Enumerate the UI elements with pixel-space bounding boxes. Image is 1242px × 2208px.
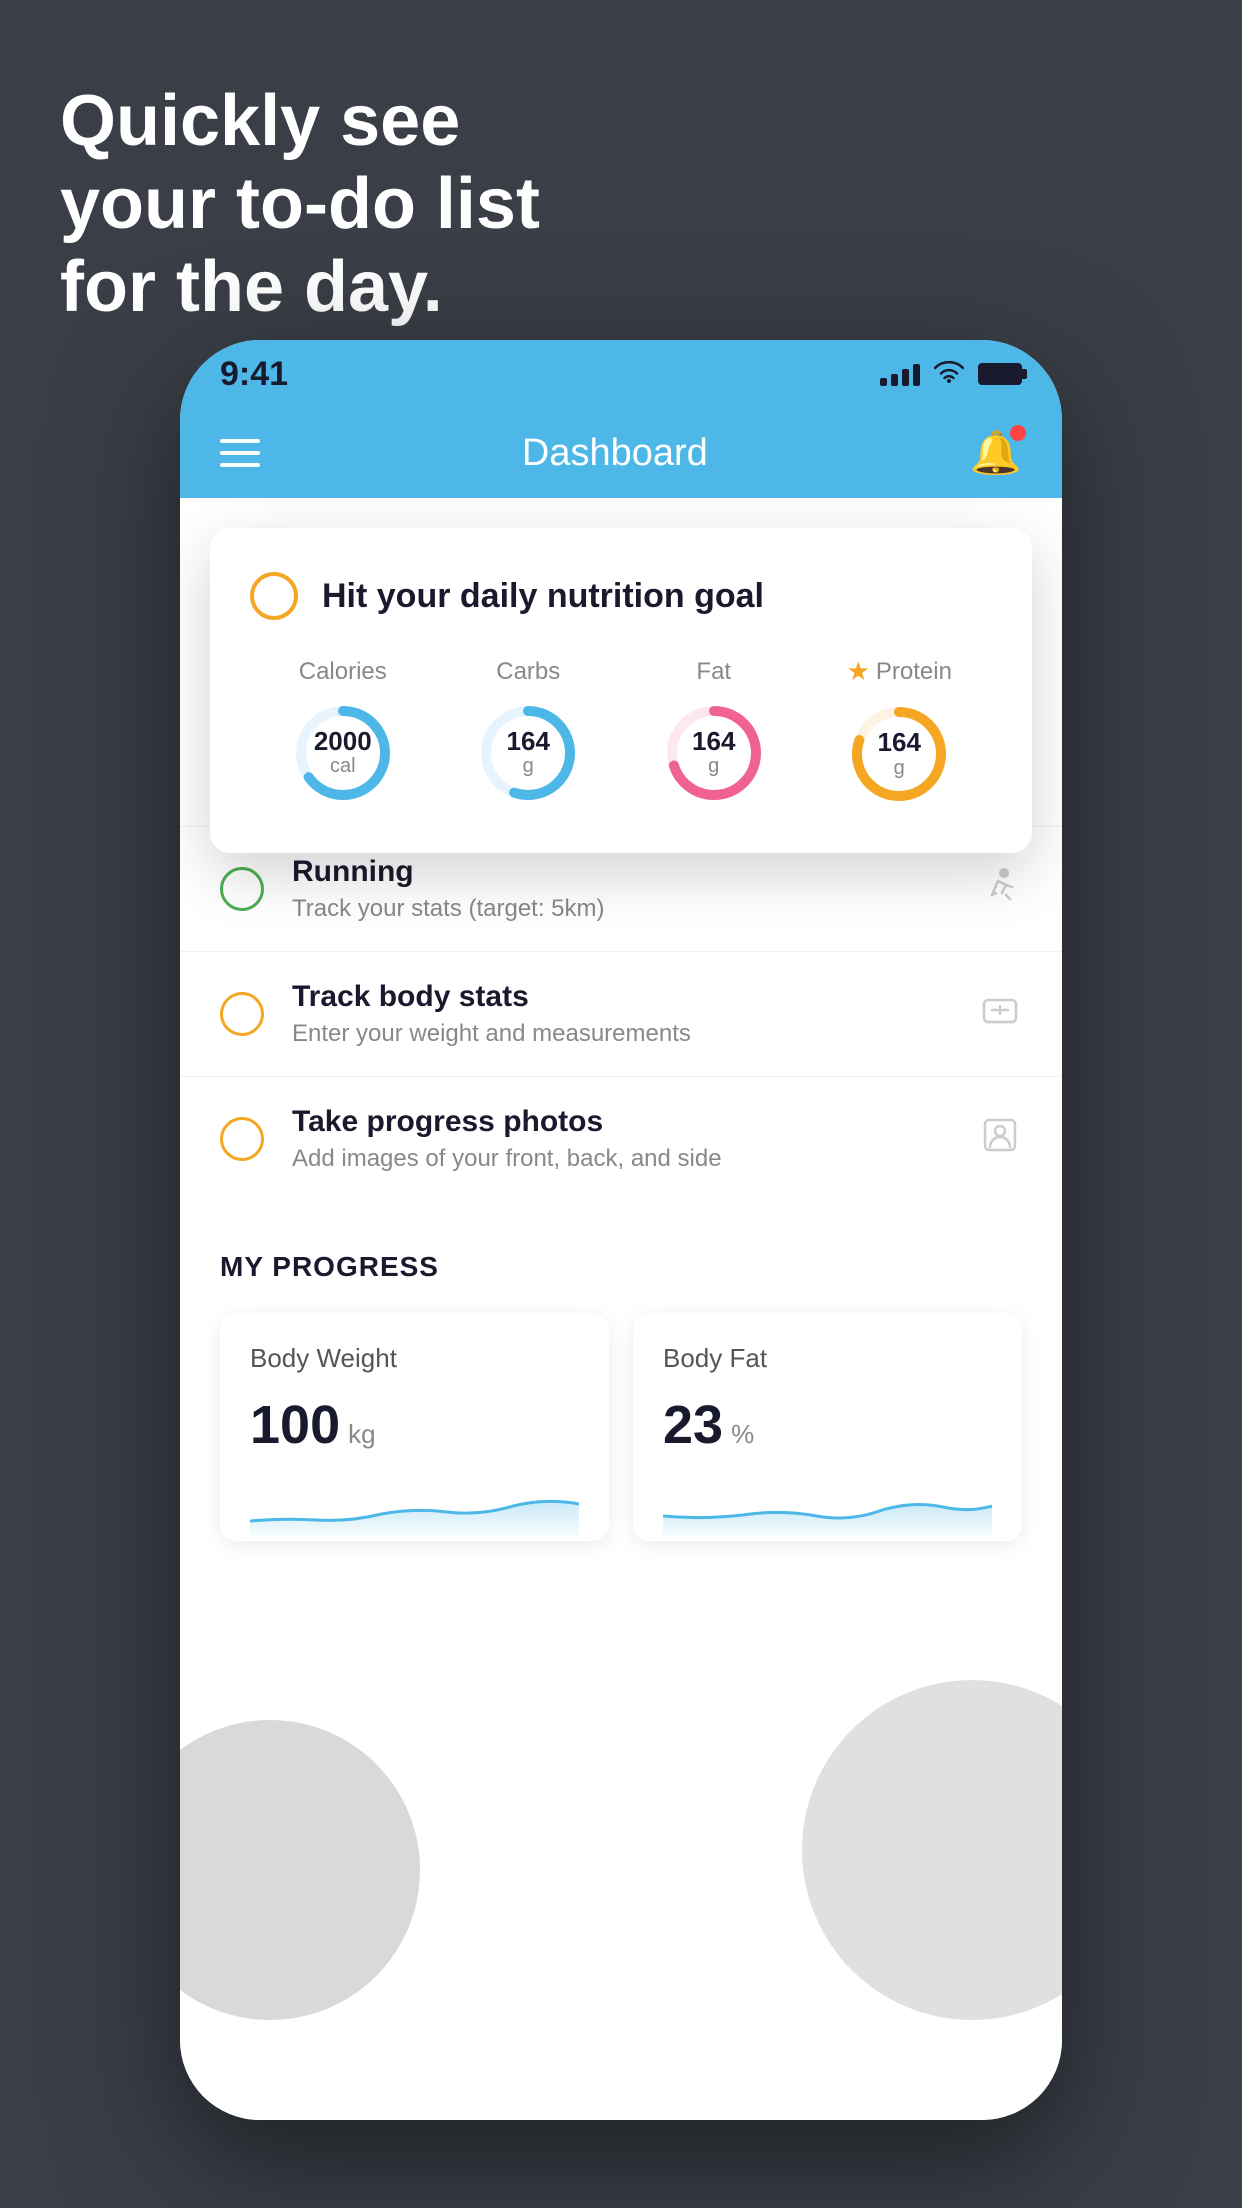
notification-dot bbox=[1010, 425, 1026, 441]
body-stats-text: Track body stats Enter your weight and m… bbox=[292, 980, 950, 1048]
carbs-unit: g bbox=[523, 755, 534, 777]
body-weight-value-row: 100 kg bbox=[250, 1394, 579, 1456]
macro-fat: Fat 164 g bbox=[659, 658, 769, 808]
carbs-label: Carbs bbox=[496, 658, 560, 686]
fat-donut: 164 g bbox=[659, 698, 769, 808]
todo-item-body-stats[interactable]: Track body stats Enter your weight and m… bbox=[180, 951, 1062, 1076]
app-header: Dashboard 🔔 bbox=[180, 408, 1062, 498]
menu-button[interactable] bbox=[220, 439, 260, 467]
body-fat-value-row: 23 % bbox=[663, 1394, 992, 1456]
nutrition-card-title: Hit your daily nutrition goal bbox=[322, 577, 764, 616]
card-title-row: Hit your daily nutrition goal bbox=[250, 572, 992, 620]
macros-row: Calories 2000 cal Carbs bbox=[250, 656, 992, 809]
fat-label: Fat bbox=[696, 658, 731, 686]
body-stats-checkbox[interactable] bbox=[220, 992, 264, 1036]
signal-bars-icon bbox=[880, 362, 920, 386]
bg-decor-left bbox=[180, 1720, 420, 2020]
body-fat-card: Body Fat 23 % bbox=[633, 1313, 1022, 1541]
progress-title: MY PROGRESS bbox=[220, 1251, 1022, 1283]
protein-value-center: 164 g bbox=[878, 728, 921, 780]
running-text: Running Track your stats (target: 5km) bbox=[292, 855, 950, 923]
photos-title: Take progress photos bbox=[292, 1105, 950, 1139]
photos-text: Take progress photos Add images of your … bbox=[292, 1105, 950, 1173]
calories-value-center: 2000 cal bbox=[314, 727, 372, 779]
bg-decor-right bbox=[802, 1680, 1062, 2020]
calories-value: 2000 bbox=[314, 727, 372, 756]
notification-button[interactable]: 🔔 bbox=[970, 429, 1022, 478]
running-subtitle: Track your stats (target: 5km) bbox=[292, 895, 950, 923]
calories-donut: 2000 cal bbox=[288, 698, 398, 808]
carbs-value: 164 bbox=[507, 727, 550, 756]
wifi-icon bbox=[934, 359, 964, 390]
protein-label: ★ Protein bbox=[847, 656, 952, 687]
photos-checkbox[interactable] bbox=[220, 1117, 264, 1161]
status-icons bbox=[880, 359, 1022, 390]
body-fat-card-title: Body Fat bbox=[663, 1343, 992, 1374]
headline: Quickly see your to-do list for the day. bbox=[60, 80, 540, 328]
macro-protein: ★ Protein 164 g bbox=[844, 656, 954, 809]
nutrition-card: Hit your daily nutrition goal Calories 2… bbox=[210, 528, 1032, 853]
carbs-value-center: 164 g bbox=[507, 727, 550, 779]
protein-value: 164 bbox=[878, 728, 921, 757]
running-checkbox[interactable] bbox=[220, 867, 264, 911]
fat-unit: g bbox=[708, 755, 719, 777]
header-title: Dashboard bbox=[522, 432, 708, 475]
app-content: THINGS TO DO TODAY Hit your daily nutrit… bbox=[180, 498, 1062, 2120]
body-weight-card-title: Body Weight bbox=[250, 1343, 579, 1374]
star-icon: ★ bbox=[847, 656, 870, 687]
photos-subtitle: Add images of your front, back, and side bbox=[292, 1145, 950, 1173]
running-title: Running bbox=[292, 855, 950, 889]
body-fat-value: 23 bbox=[663, 1394, 723, 1456]
macro-carbs: Carbs 164 g bbox=[473, 658, 583, 808]
body-fat-unit: % bbox=[731, 1419, 754, 1450]
protein-donut: 164 g bbox=[844, 699, 954, 809]
todo-item-photos[interactable]: Take progress photos Add images of your … bbox=[180, 1076, 1062, 1201]
body-weight-sparkline bbox=[250, 1476, 579, 1536]
status-bar: 9:41 bbox=[180, 340, 1062, 408]
running-icon bbox=[978, 863, 1022, 916]
macro-calories: Calories 2000 cal bbox=[288, 658, 398, 808]
body-stats-subtitle: Enter your weight and measurements bbox=[292, 1020, 950, 1048]
calories-label: Calories bbox=[299, 658, 387, 686]
phone-frame: 9:41 Dashboard 🔔 bbox=[180, 340, 1062, 2120]
body-stats-title: Track body stats bbox=[292, 980, 950, 1014]
fat-value-center: 164 g bbox=[692, 727, 735, 779]
progress-section: MY PROGRESS Body Weight 100 kg bbox=[180, 1201, 1062, 1571]
progress-cards: Body Weight 100 kg bbox=[220, 1313, 1022, 1541]
body-fat-sparkline bbox=[663, 1476, 992, 1536]
fat-value: 164 bbox=[692, 727, 735, 756]
nutrition-checkbox[interactable] bbox=[250, 572, 298, 620]
battery-icon bbox=[978, 363, 1022, 385]
carbs-donut: 164 g bbox=[473, 698, 583, 808]
body-weight-unit: kg bbox=[348, 1419, 375, 1450]
portrait-icon bbox=[978, 1113, 1022, 1166]
body-weight-card: Body Weight 100 kg bbox=[220, 1313, 609, 1541]
protein-unit: g bbox=[894, 757, 905, 779]
scale-icon bbox=[978, 988, 1022, 1041]
body-weight-value: 100 bbox=[250, 1394, 340, 1456]
todo-list: Running Track your stats (target: 5km) T… bbox=[180, 826, 1062, 1201]
status-time: 9:41 bbox=[220, 355, 288, 394]
calories-unit: cal bbox=[330, 755, 356, 777]
